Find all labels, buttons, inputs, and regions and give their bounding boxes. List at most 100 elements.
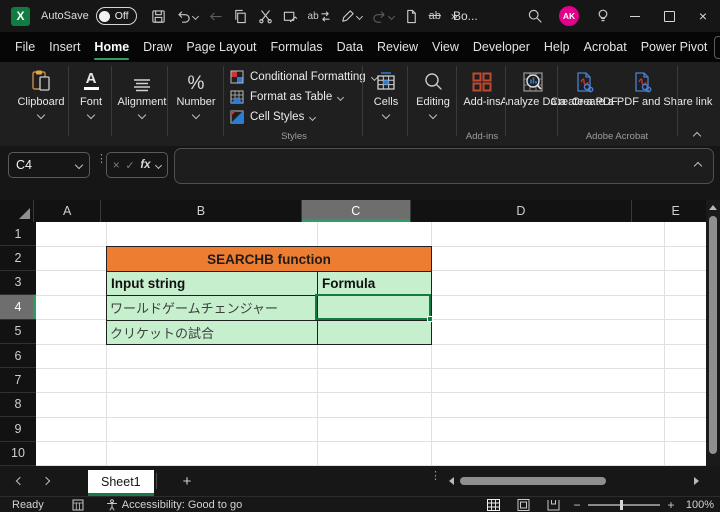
cell-styles-button[interactable]: Cell Styles <box>230 110 377 124</box>
vertical-scrollbar[interactable] <box>706 200 720 476</box>
formula-input[interactable] <box>174 148 714 184</box>
scroll-up-icon[interactable] <box>709 205 717 210</box>
font-group-button[interactable]: A Font <box>72 67 110 118</box>
pen-icon <box>340 9 355 24</box>
sheet-tab-sheet1[interactable]: Sheet1 <box>88 470 154 496</box>
cell-b4[interactable]: ワールドゲームチェンジャー <box>107 296 318 320</box>
find-replace-button[interactable]: ab <box>308 10 330 23</box>
create-pdf-share-button[interactable]: Create a PDF and Share link <box>610 67 674 109</box>
tab-view[interactable]: View <box>425 32 466 62</box>
select-all-button[interactable] <box>0 200 34 222</box>
clipboard-label: Clipboard <box>17 96 64 109</box>
vertical-scroll-thumb[interactable] <box>709 216 717 454</box>
cell-b5[interactable]: クリケットの試合 <box>107 321 318 345</box>
zoom-slider-thumb[interactable] <box>620 500 623 510</box>
row-header-2[interactable]: 2 <box>0 246 36 270</box>
tab-help[interactable]: Help <box>537 32 577 62</box>
next-sheet-button[interactable] <box>38 478 54 484</box>
column-header-d[interactable]: D <box>411 200 633 222</box>
format-as-table-button[interactable]: Format as Table <box>230 90 377 104</box>
column-header-c[interactable]: C <box>302 200 411 222</box>
prev-sheet-button[interactable] <box>12 478 28 484</box>
name-box[interactable]: C4 <box>8 152 90 178</box>
zoom-slider[interactable] <box>588 504 660 506</box>
page-break-preview-button[interactable] <box>538 499 568 511</box>
copy-button[interactable] <box>233 9 248 24</box>
tab-file[interactable]: File <box>8 32 42 62</box>
cell-b3-header[interactable]: Input string <box>107 272 318 296</box>
macro-record-button[interactable] <box>72 499 84 511</box>
cells-group-button[interactable]: Cells <box>366 67 406 118</box>
row-header-7[interactable]: 7 <box>0 368 36 392</box>
fill-handle[interactable] <box>427 316 433 322</box>
tab-formulas[interactable]: Formulas <box>264 32 330 62</box>
cut-button[interactable] <box>258 9 273 24</box>
scroll-right-icon[interactable] <box>694 477 699 485</box>
sheet-bar-grip[interactable]: ⋮ <box>430 474 441 479</box>
row-header-3[interactable]: 3 <box>0 271 36 295</box>
enter-entry-button[interactable]: ✓ <box>125 159 134 172</box>
row-header-1[interactable]: 1 <box>0 222 36 246</box>
ink-button[interactable] <box>340 9 362 24</box>
new-file-button[interactable] <box>404 9 419 24</box>
autosave-toggle[interactable]: Off <box>96 7 137 25</box>
row-header-6[interactable]: 6 <box>0 344 36 368</box>
scroll-left-icon[interactable] <box>449 477 454 485</box>
zoom-out-button[interactable]: − <box>568 498 586 512</box>
tab-data[interactable]: Data <box>330 32 370 62</box>
tab-page-layout[interactable]: Page Layout <box>179 32 263 62</box>
page-layout-view-button[interactable] <box>508 499 538 511</box>
clipboard-group-button[interactable]: Clipboard <box>14 67 68 118</box>
collapse-ribbon-button[interactable] <box>694 126 700 144</box>
expand-formula-bar-icon[interactable] <box>694 162 702 170</box>
tips-button[interactable] <box>588 1 618 31</box>
maximize-button[interactable] <box>652 1 686 31</box>
account-button[interactable]: AK <box>550 1 588 31</box>
paste-button[interactable] <box>283 9 298 24</box>
new-sheet-button[interactable]: + <box>183 474 192 489</box>
zoom-in-button[interactable]: + <box>662 498 680 512</box>
cell-c5[interactable] <box>318 321 432 345</box>
insert-function-button[interactable]: fx <box>140 159 150 171</box>
cell-b2-table-title[interactable]: SEARCHB function <box>107 247 432 271</box>
save-button[interactable] <box>151 9 166 24</box>
tab-acrobat[interactable]: Acrobat <box>577 32 634 62</box>
search-button[interactable] <box>520 1 550 31</box>
worksheet-grid[interactable]: SEARCHB function Input string Formula ワー… <box>36 222 706 466</box>
row-header-5[interactable]: 5 <box>0 320 36 344</box>
tab-developer[interactable]: Developer <box>466 32 537 62</box>
tab-review[interactable]: Review <box>370 32 425 62</box>
strikethrough-button[interactable]: ab <box>429 10 441 22</box>
undo-button[interactable] <box>176 9 198 24</box>
accessibility-status[interactable]: Accessibility: Good to go <box>106 499 242 511</box>
tab-home[interactable]: Home <box>87 32 136 62</box>
close-button[interactable]: × <box>686 1 720 31</box>
comments-button[interactable] <box>714 36 720 59</box>
row-header-4[interactable]: 4 <box>0 295 36 319</box>
conditional-formatting-icon <box>230 70 244 84</box>
row-header-8[interactable]: 8 <box>0 393 36 417</box>
row-header-10[interactable]: 10 <box>0 442 36 466</box>
horizontal-scroll-thumb[interactable] <box>460 477 606 485</box>
normal-view-button[interactable] <box>478 499 508 511</box>
alignment-group-button[interactable]: Alignment <box>114 67 170 118</box>
group-separator <box>677 66 678 136</box>
tab-draw[interactable]: Draw <box>136 32 179 62</box>
cell-c3-header[interactable]: Formula <box>318 272 432 296</box>
column-header-a[interactable]: A <box>34 200 101 222</box>
tab-insert[interactable]: Insert <box>42 32 87 62</box>
conditional-formatting-button[interactable]: Conditional Formatting <box>230 70 377 84</box>
styles-group: Conditional Formatting Format as Table C… <box>230 70 377 124</box>
add-ins-button[interactable]: Add-ins <box>460 67 504 109</box>
row-header-9[interactable]: 9 <box>0 417 36 441</box>
minimize-button[interactable] <box>618 1 652 31</box>
tab-power-pivot[interactable]: Power Pivot <box>634 32 715 62</box>
number-group-button[interactable]: % Number <box>172 67 220 118</box>
add-ins-button-label: Add-ins <box>463 96 500 109</box>
zoom-level[interactable]: 100% <box>680 499 714 511</box>
redo-button <box>372 9 394 24</box>
column-header-b[interactable]: B <box>101 200 302 222</box>
editing-group-button[interactable]: Editing <box>410 67 456 118</box>
cancel-entry-button[interactable]: × <box>113 158 120 172</box>
group-separator <box>407 66 408 136</box>
